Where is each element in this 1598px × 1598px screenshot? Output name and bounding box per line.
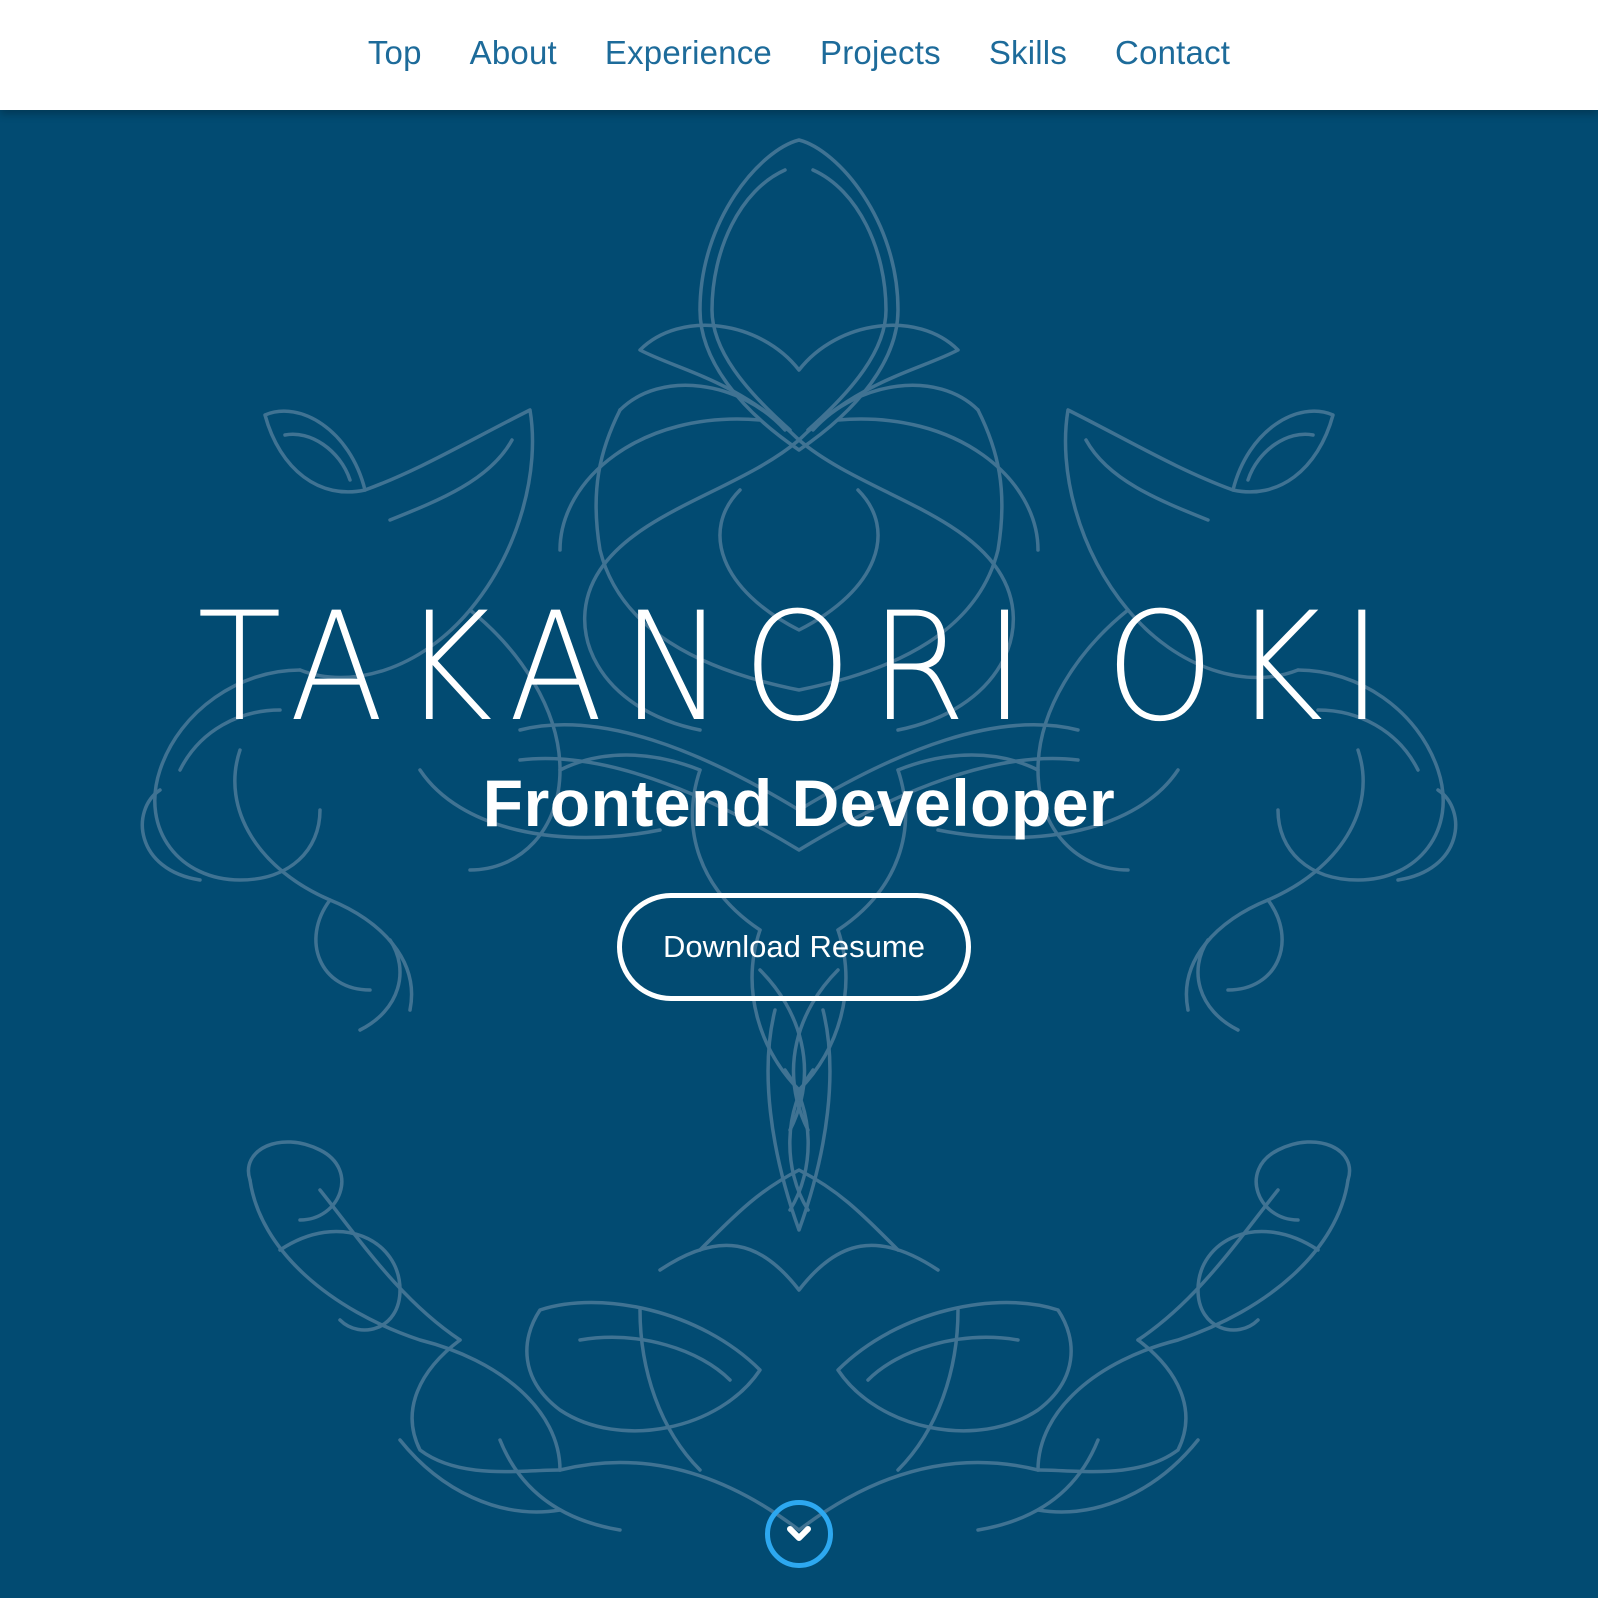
- celtic-knot-ornament: [140, 138, 1458, 1532]
- nav-item-experience[interactable]: Experience: [581, 34, 796, 72]
- chevron-down-icon: [787, 1526, 811, 1541]
- hero-section: TAKANORI OKI Frontend Developer Download…: [0, 110, 1598, 1598]
- top-navigation-bar: Top About Experience Projects Skills Con…: [0, 0, 1598, 110]
- nav-item-skills[interactable]: Skills: [965, 34, 1091, 72]
- nav-item-top[interactable]: Top: [344, 34, 446, 72]
- nav-item-contact[interactable]: Contact: [1091, 34, 1254, 72]
- download-resume-button[interactable]: Download Resume: [617, 893, 971, 1001]
- hero-role-subtitle: Frontend Developer: [482, 766, 1116, 840]
- hero-name-text: TAKANORI OKI: [197, 581, 1401, 755]
- nav-item-about[interactable]: About: [446, 34, 581, 72]
- nav-item-projects[interactable]: Projects: [796, 34, 965, 72]
- download-resume-button-label: Download Resume: [663, 929, 925, 964]
- hero-name-title: TAKANORI OKI: [0, 593, 1598, 743]
- nav-menu: Top About Experience Projects Skills Con…: [344, 34, 1254, 72]
- scroll-down-button[interactable]: [765, 1500, 833, 1568]
